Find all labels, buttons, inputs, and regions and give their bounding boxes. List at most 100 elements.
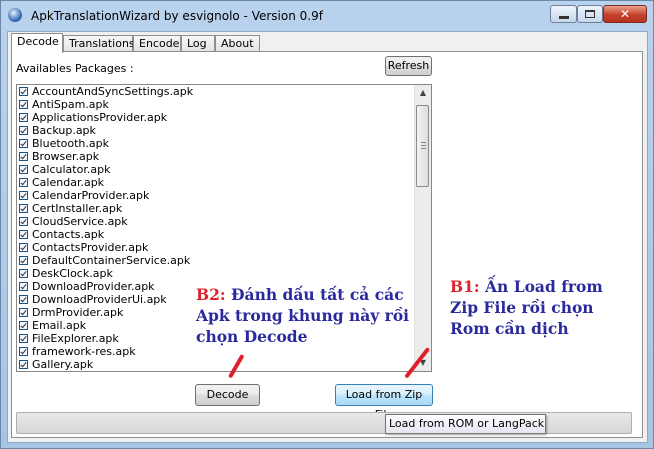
grip-line: [421, 142, 426, 143]
package-item[interactable]: AntiSpam.apk: [17, 98, 431, 111]
package-name: ApplicationsProvider.apk: [32, 111, 168, 124]
load-from-zip-button[interactable]: Load from Zip File: [335, 384, 433, 421]
package-name: Calculator.apk: [32, 163, 111, 176]
minimize-icon: [559, 16, 569, 19]
tab-encode[interactable]: Encode: [133, 35, 181, 52]
decode-button[interactable]: Decode: [195, 384, 260, 406]
tab-decode[interactable]: Decode: [11, 33, 63, 53]
close-button[interactable]: ✕: [603, 5, 647, 23]
minimize-button[interactable]: [550, 5, 577, 23]
main-client-area: Decode Translations Encode Log About Ava…: [7, 31, 648, 443]
package-name: DownloadProviderUi.apk: [32, 293, 167, 306]
checkbox-checked-icon[interactable]: [19, 230, 28, 239]
package-item[interactable]: Gallery.apk: [17, 358, 431, 371]
annotation-step-1-line1: B1: Ấn Load from: [450, 276, 603, 297]
maximize-icon: [585, 10, 595, 18]
package-name: CertInstaller.apk: [32, 202, 123, 215]
package-name: Browser.apk: [32, 150, 100, 163]
window-title: ApkTranslationWizard by esvignolo - Vers…: [31, 9, 323, 23]
close-icon: ✕: [619, 7, 631, 21]
checkbox-checked-icon[interactable]: [19, 360, 28, 369]
package-item[interactable]: CalendarProvider.apk: [17, 189, 431, 202]
package-item[interactable]: ContactsProvider.apk: [17, 241, 431, 254]
title-bar[interactable]: ApkTranslationWizard by esvignolo - Vers…: [1, 1, 653, 29]
package-item[interactable]: Browser.apk: [17, 150, 431, 163]
package-name: Email.apk: [32, 319, 87, 332]
tab-about[interactable]: About: [215, 35, 260, 52]
package-name: AntiSpam.apk: [32, 98, 109, 111]
checkbox-checked-icon[interactable]: [19, 217, 28, 226]
annotation-step-1-line3: Rom cần dịch: [450, 319, 569, 338]
package-item[interactable]: ApplicationsProvider.apk: [17, 111, 431, 124]
package-name: Calendar.apk: [32, 176, 105, 189]
package-item[interactable]: Calendar.apk: [17, 176, 431, 189]
package-name: DownloadProvider.apk: [32, 280, 155, 293]
scroll-thumb[interactable]: [416, 105, 429, 187]
package-name: AccountAndSyncSettings.apk: [32, 85, 194, 98]
checkbox-checked-icon[interactable]: [19, 100, 28, 109]
annotation-step-2-number: B2:: [196, 285, 226, 304]
list-scrollbar[interactable]: ▲ ▼: [414, 85, 431, 371]
checkbox-checked-icon[interactable]: [19, 243, 28, 252]
maximize-button[interactable]: [577, 5, 603, 23]
checkbox-checked-icon[interactable]: [19, 126, 28, 135]
refresh-button[interactable]: Refresh: [385, 56, 432, 76]
package-name: Gallery.apk: [32, 358, 94, 371]
annotation-step-2-line3: chọn Decode: [196, 327, 308, 346]
package-name: framework-res.apk: [32, 345, 136, 358]
checkbox-checked-icon[interactable]: [19, 87, 28, 96]
package-name: DefaultContainerService.apk: [32, 254, 191, 267]
package-name: Backup.apk: [32, 124, 96, 137]
package-name: DeskClock.apk: [32, 267, 113, 280]
checkbox-checked-icon[interactable]: [19, 347, 28, 356]
checkbox-checked-icon[interactable]: [19, 256, 28, 265]
package-name: ContactsProvider.apk: [32, 241, 149, 254]
package-name: Contacts.apk: [32, 228, 105, 241]
load-zip-tooltip: Load from ROM or LangPack: [385, 414, 546, 434]
checkbox-checked-icon[interactable]: [19, 152, 28, 161]
annotation-step-2: B2: Đánh dấu tất cả các Apk trong khung …: [196, 284, 409, 347]
grip-line: [421, 145, 426, 146]
checkbox-checked-icon[interactable]: [19, 178, 28, 187]
package-name: CalendarProvider.apk: [32, 189, 150, 202]
checkbox-checked-icon[interactable]: [19, 334, 28, 343]
annotation-step-1-line2: Zip File rồi chọn: [450, 298, 594, 317]
available-packages-label: Availables Packages :: [16, 62, 134, 75]
tab-translations[interactable]: Translations: [63, 35, 135, 52]
package-name: Bluetooth.apk: [32, 137, 109, 150]
checkbox-checked-icon[interactable]: [19, 165, 28, 174]
annotation-step-1: B1: Ấn Load from Zip File rồi chọn Rom c…: [450, 276, 603, 339]
package-item[interactable]: CertInstaller.apk: [17, 202, 431, 215]
annotation-step-2-line2: Apk trong khung này rồi: [196, 306, 410, 325]
checkbox-checked-icon[interactable]: [19, 295, 28, 304]
grip-line: [421, 148, 426, 149]
package-name: FileExplorer.apk: [32, 332, 119, 345]
app-globe-icon: [8, 8, 22, 22]
checkbox-checked-icon[interactable]: [19, 282, 28, 291]
package-item[interactable]: DefaultContainerService.apk: [17, 254, 431, 267]
package-item[interactable]: CloudService.apk: [17, 215, 431, 228]
checkbox-checked-icon[interactable]: [19, 191, 28, 200]
annotation-step-2-line1: B2: Đánh dấu tất cả các: [196, 284, 409, 305]
annotation-step-1-text: Ấn Load from: [479, 277, 603, 296]
package-item[interactable]: Calculator.apk: [17, 163, 431, 176]
package-item[interactable]: DeskClock.apk: [17, 267, 431, 280]
checkbox-checked-icon[interactable]: [19, 321, 28, 330]
annotation-step-1-number: B1:: [450, 277, 480, 296]
package-name: DrmProvider.apk: [32, 306, 124, 319]
app-window: ApkTranslationWizard by esvignolo - Vers…: [0, 0, 654, 449]
checkbox-checked-icon[interactable]: [19, 308, 28, 317]
tab-log[interactable]: Log: [181, 35, 215, 52]
package-item[interactable]: Backup.apk: [17, 124, 431, 137]
package-item[interactable]: Contacts.apk: [17, 228, 431, 241]
package-name: CloudService.apk: [32, 215, 128, 228]
annotation-step-2-text: Đánh dấu tất cả các: [225, 285, 404, 304]
package-item[interactable]: Bluetooth.apk: [17, 137, 431, 150]
checkbox-checked-icon[interactable]: [19, 204, 28, 213]
scroll-up-icon[interactable]: ▲: [415, 85, 431, 101]
checkbox-checked-icon[interactable]: [19, 113, 28, 122]
checkbox-checked-icon[interactable]: [19, 139, 28, 148]
checkbox-checked-icon[interactable]: [19, 269, 28, 278]
decode-tab-panel: Availables Packages : Refresh AccountAnd…: [11, 51, 643, 438]
package-item[interactable]: AccountAndSyncSettings.apk: [17, 85, 431, 98]
